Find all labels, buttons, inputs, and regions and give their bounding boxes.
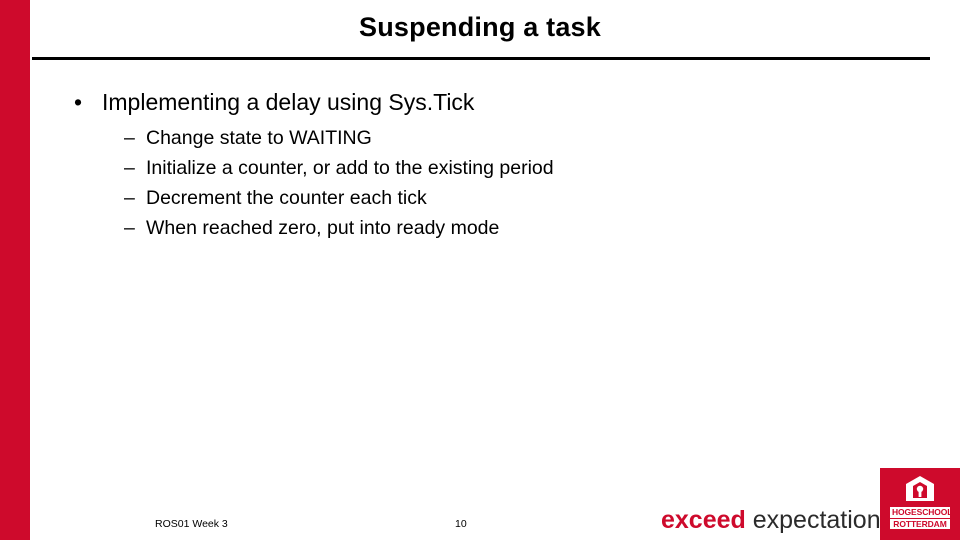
- logo-emblem-icon: [906, 476, 934, 501]
- bullet-level2: – When reached zero, put into ready mode: [46, 213, 926, 243]
- footer-course-label: ROS01 Week 3: [155, 518, 228, 530]
- tagline: exceed expectations: [661, 506, 893, 535]
- bullet-level1: • Implementing a delay using Sys.Tick: [46, 88, 926, 117]
- slide-body: • Implementing a delay using Sys.Tick – …: [46, 88, 926, 244]
- bullet-marker: •: [74, 89, 83, 115]
- bullet-marker: –: [124, 156, 135, 179]
- bullet-text: Initialize a counter, or add to the exis…: [146, 156, 554, 179]
- institution-logo: HOGESCHOOL ROTTERDAM: [880, 468, 960, 540]
- bullet-marker: –: [124, 217, 135, 240]
- logo-line-2: ROTTERDAM: [890, 518, 950, 530]
- bullet-level2: – Decrement the counter each tick: [46, 183, 926, 213]
- bullet-text: Decrement the counter each tick: [146, 187, 427, 210]
- logo-wordmark: HOGESCHOOL ROTTERDAM: [880, 506, 960, 530]
- tagline-word-expectations: expectations: [752, 506, 894, 534]
- bullet-text: When reached zero, put into ready mode: [146, 217, 500, 240]
- title-divider: [32, 57, 930, 60]
- page-title: Suspending a task: [359, 12, 601, 42]
- left-accent-bar: [0, 0, 30, 540]
- bullet-text: Implementing a delay using Sys.Tick: [102, 89, 475, 115]
- bullet-marker: –: [124, 126, 135, 149]
- bullet-level2: – Change state to WAITING: [46, 123, 926, 153]
- bullet-text: Change state to WAITING: [146, 126, 372, 149]
- tagline-word-exceed: exceed: [661, 506, 746, 534]
- slide: Suspending a task • Implementing a delay…: [0, 0, 960, 540]
- bullet-marker: –: [124, 187, 135, 210]
- bullet-level2: – Initialize a counter, or add to the ex…: [46, 153, 926, 183]
- logo-line-1: HOGESCHOOL: [890, 507, 953, 518]
- footer-page-number: 10: [455, 518, 467, 530]
